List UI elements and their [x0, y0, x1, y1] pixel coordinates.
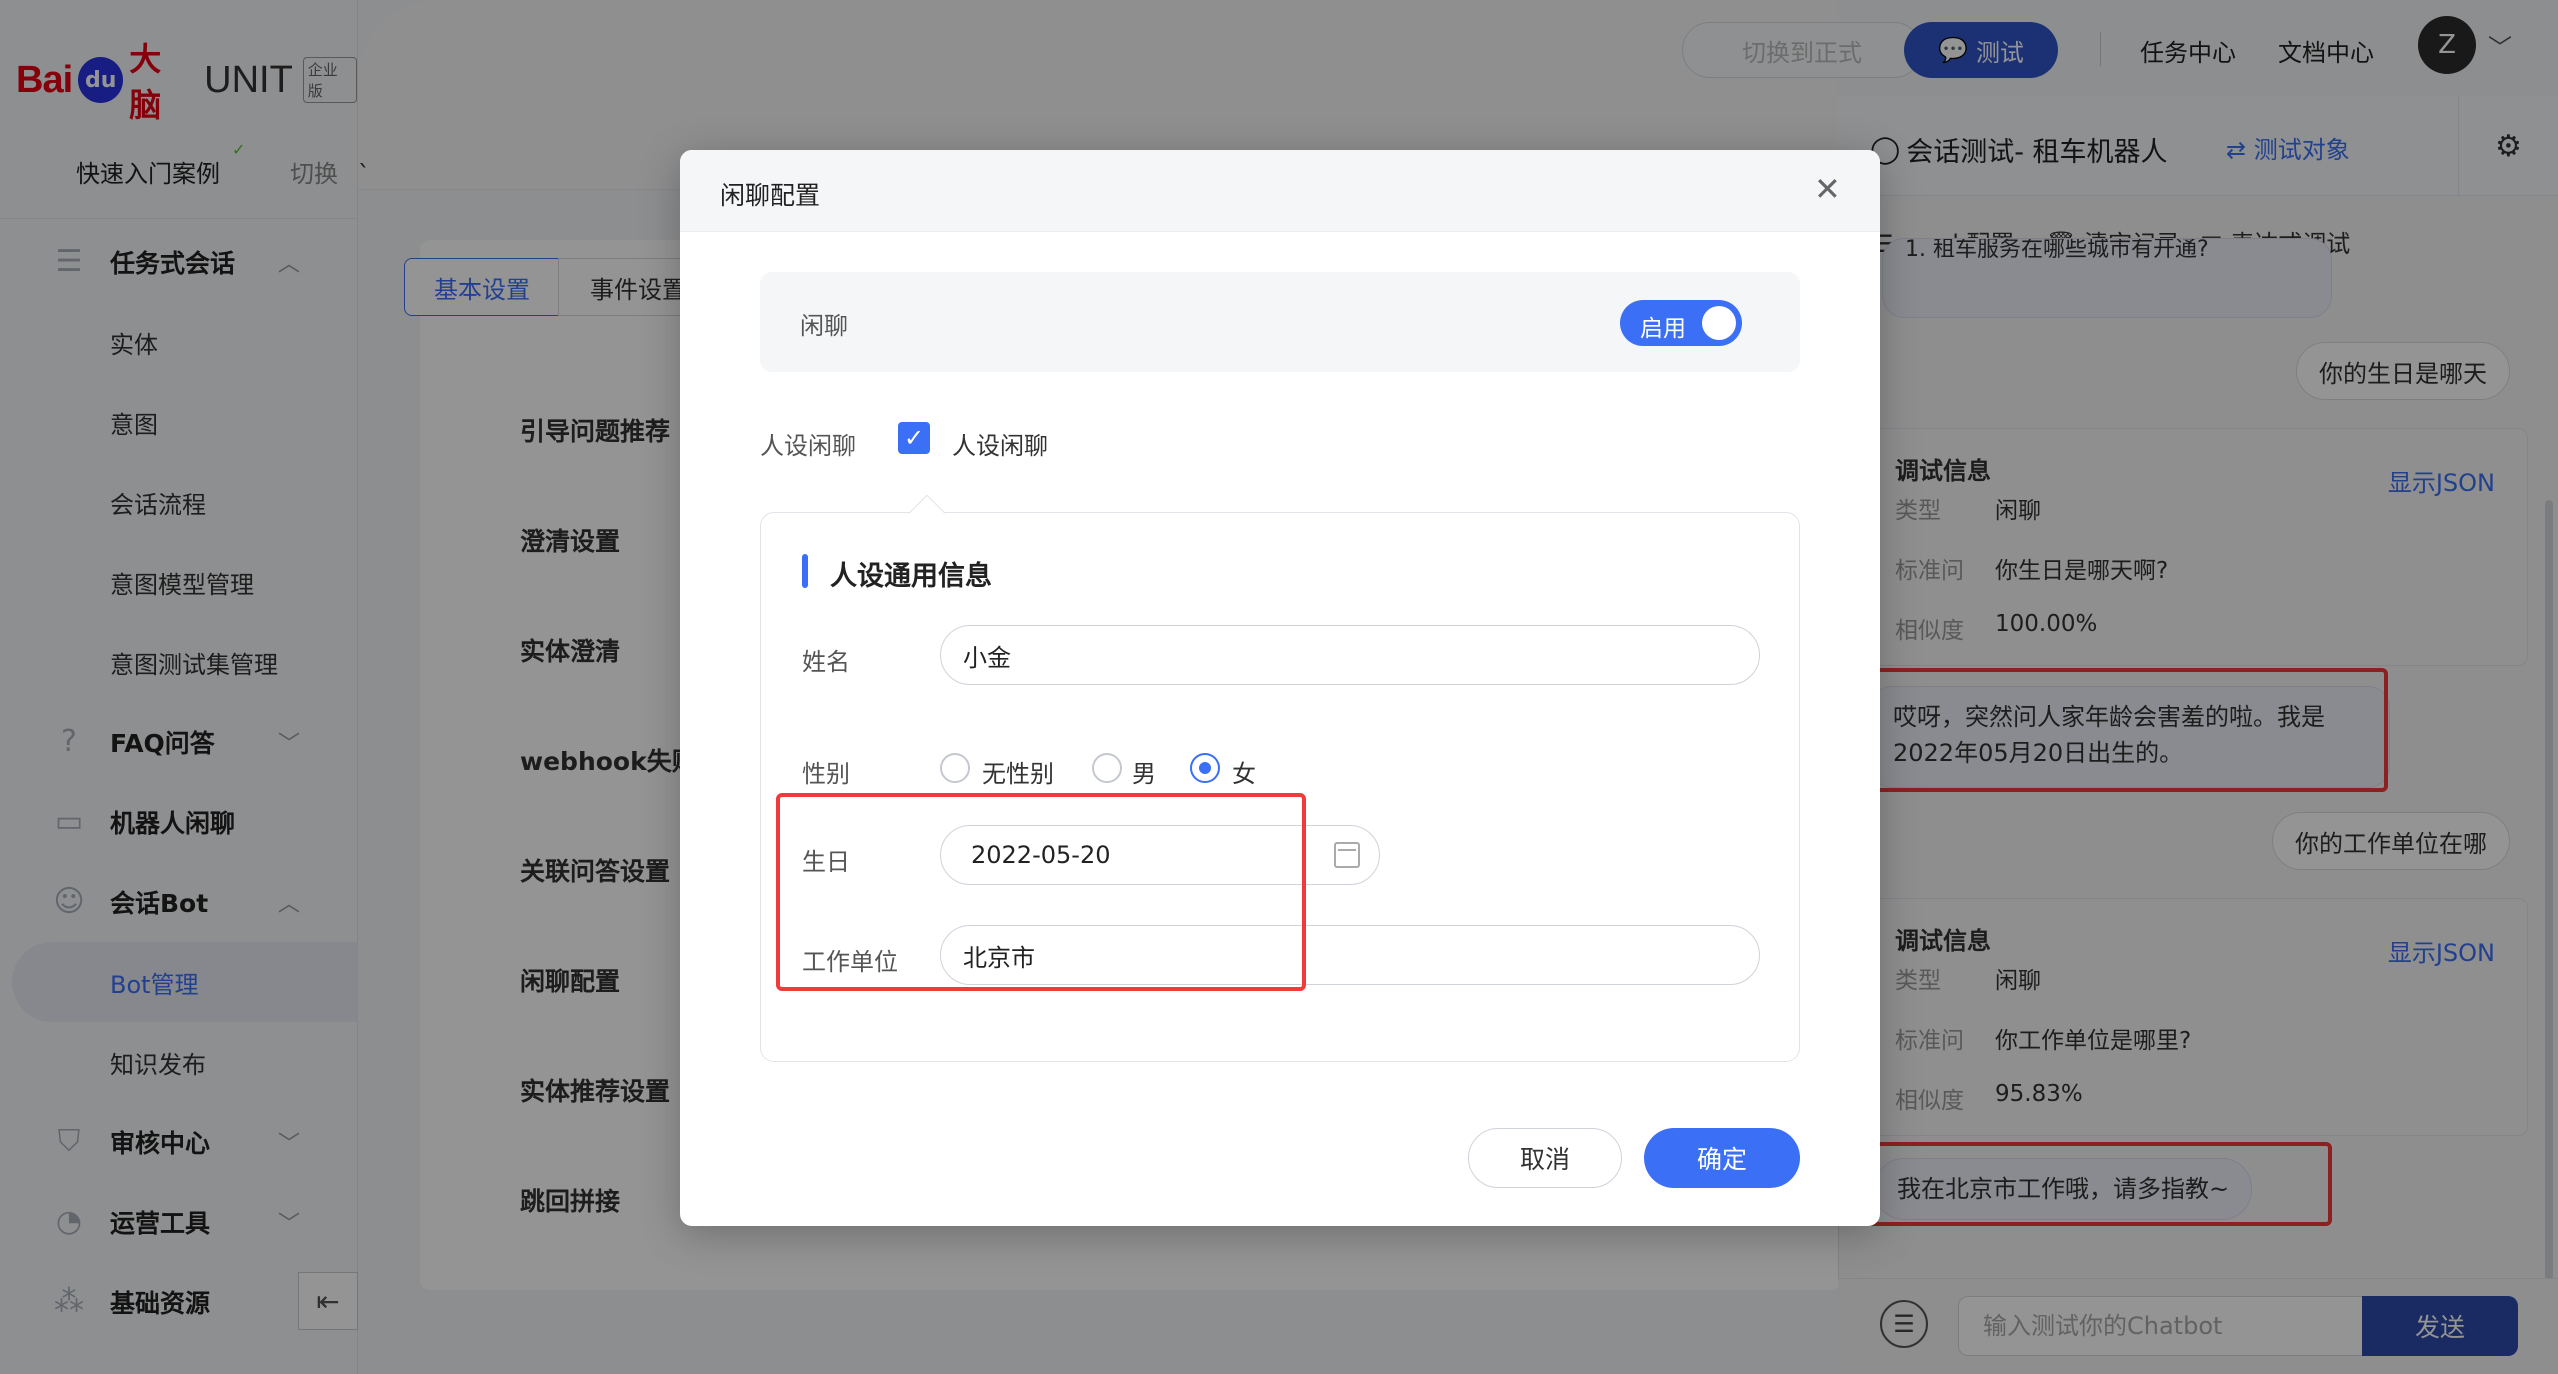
gender-radio-none[interactable] — [940, 753, 970, 783]
cancel-button[interactable]: 取消 — [1468, 1128, 1622, 1188]
modal-header — [680, 150, 1880, 232]
gender-radio-female[interactable] — [1190, 753, 1220, 783]
gender-option-label[interactable]: 无性别 — [982, 754, 1054, 789]
close-icon[interactable]: ✕ — [1814, 170, 1841, 208]
modal-title: 闲聊配置 — [720, 181, 821, 210]
gender-label: 性别 — [802, 760, 850, 788]
confirm-button[interactable]: 确定 — [1644, 1128, 1800, 1188]
gender-option-label[interactable]: 男 — [1132, 754, 1156, 789]
section-accent-bar — [802, 554, 808, 588]
gender-option-label[interactable]: 女 — [1232, 754, 1256, 789]
persona-chitchat-checkbox[interactable]: ✓ — [898, 422, 930, 454]
name-label: 姓名 — [802, 648, 850, 676]
chitchat-toggle-row: 闲聊 启用 — [760, 272, 1800, 372]
highlight-box — [776, 793, 1306, 991]
calendar-icon[interactable] — [1334, 842, 1360, 868]
toggle-label: 启用 — [1640, 316, 1686, 342]
name-field[interactable] — [940, 625, 1760, 685]
chitchat-label: 闲聊 — [800, 312, 848, 340]
persona-chitchat-label: 人设闲聊 — [760, 432, 856, 460]
gender-radio-male[interactable] — [1092, 753, 1122, 783]
toggle-knob — [1702, 306, 1736, 340]
chitchat-config-dialog: 闲聊配置 ✕ 闲聊 启用 人设闲聊 ✓ 人设闲聊 人设通用信息 姓名 性别 无性… — [680, 150, 1880, 1226]
persona-checkbox-label[interactable]: 人设闲聊 — [952, 426, 1048, 461]
section-title: 人设通用信息 — [830, 561, 992, 592]
chitchat-enable-toggle[interactable]: 启用 — [1620, 300, 1742, 346]
